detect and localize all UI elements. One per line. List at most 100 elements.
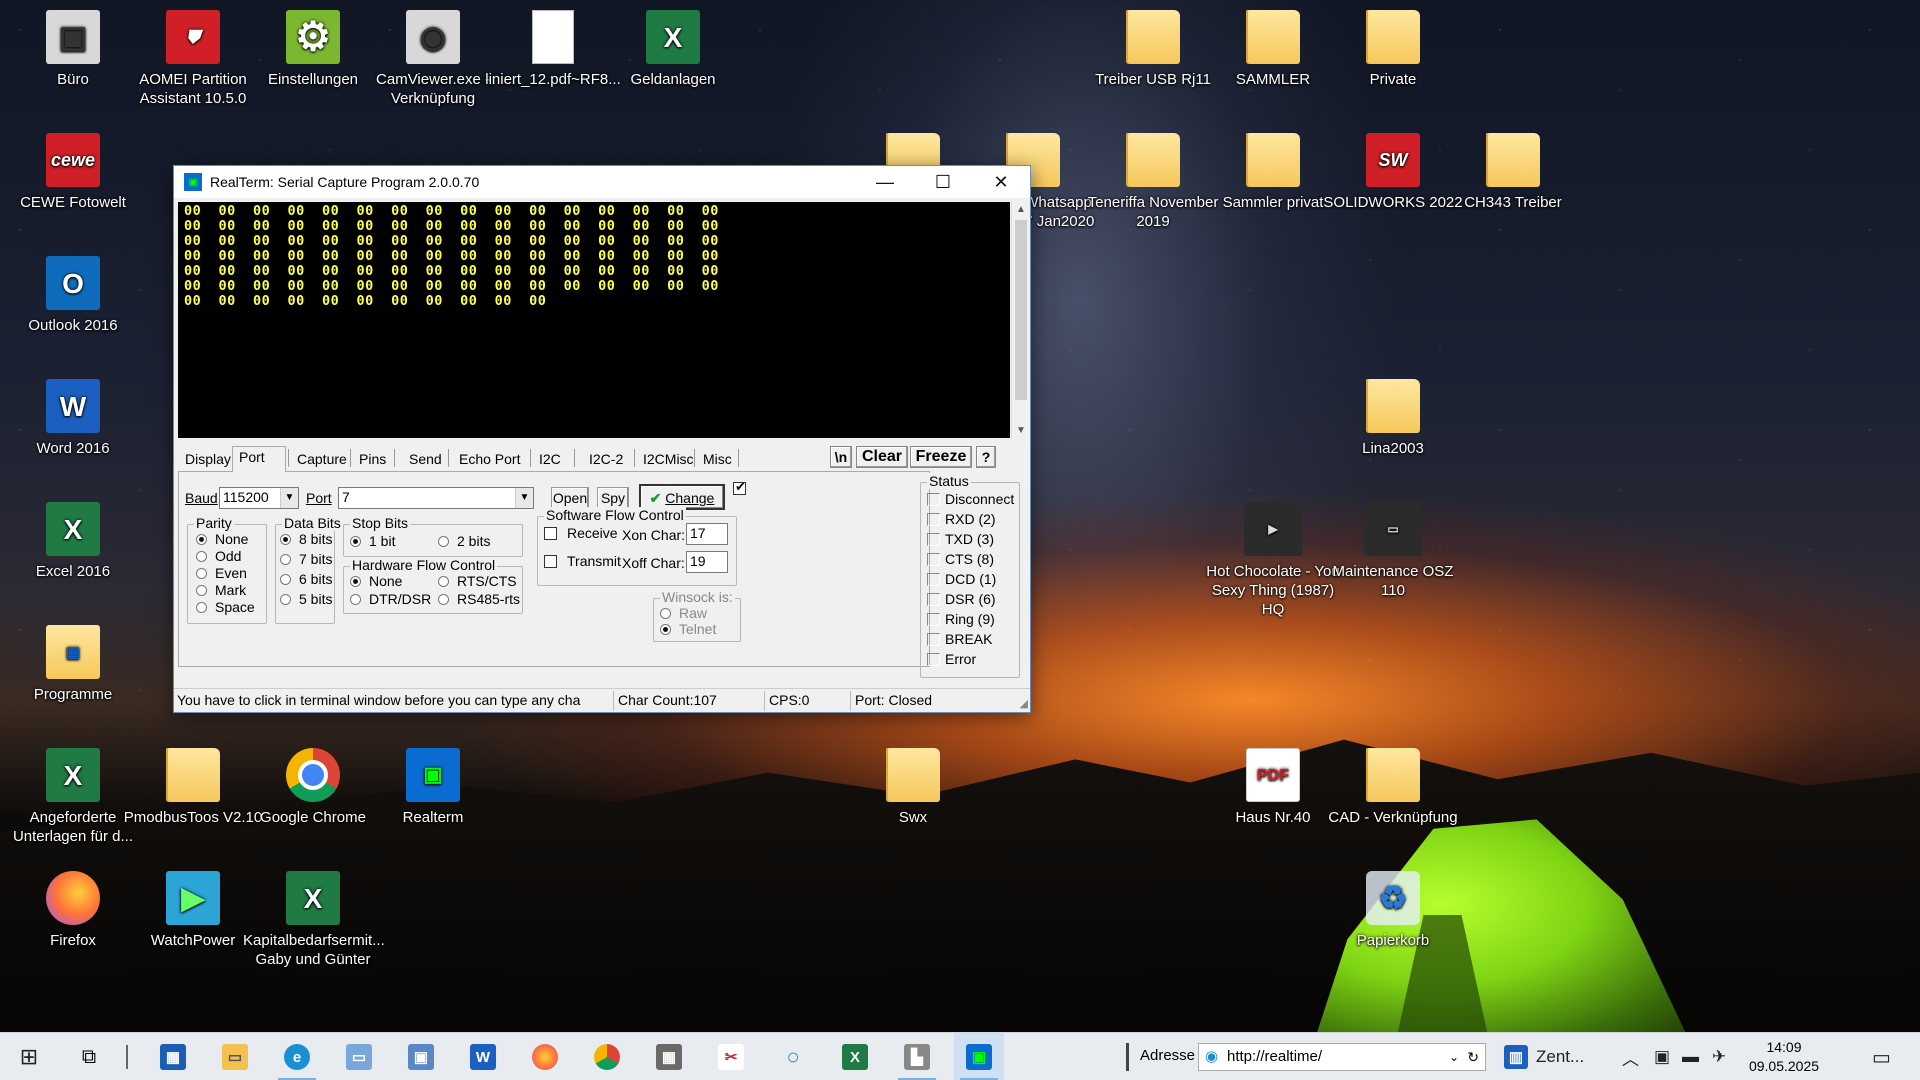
airplane-icon[interactable]: ✈ [1712, 1033, 1726, 1080]
tab-echo-port[interactable]: Echo Port [454, 448, 525, 470]
desktop-icon-sammler[interactable]: SAMMLER [1203, 2, 1343, 89]
xoff-input[interactable]: 19 [686, 551, 728, 573]
desktop-icon-cewe[interactable]: cewe CEWE Fotowelt [3, 125, 143, 212]
desktop-icon-haus[interactable]: PDF Haus Nr.40 [1203, 740, 1343, 827]
taskbar-cortana[interactable]: ○ [768, 1033, 818, 1080]
desktop-icon-programme[interactable]: ▦ Programme [3, 617, 143, 704]
taskbar-firefox[interactable] [520, 1033, 570, 1080]
taskbar-word[interactable]: W [458, 1033, 508, 1080]
desktop-icon-sammler-privat[interactable]: Sammler privat [1203, 125, 1343, 212]
taskbar-edge[interactable]: e [272, 1033, 322, 1080]
radio-parity-0[interactable]: None [196, 531, 248, 547]
radio-databits-2[interactable]: 6 bits [280, 571, 332, 587]
taskbar-app-4[interactable]: ▙ [892, 1033, 942, 1080]
scroll-up-icon[interactable]: ▲ [1012, 204, 1030, 215]
desktop-icon-lina[interactable]: Lina2003 [1323, 371, 1463, 458]
desktop-icon-einstellungen[interactable]: ⚙ Einstellungen [243, 2, 383, 89]
taskbar-app-2[interactable]: ▣ [396, 1033, 446, 1080]
xon-input[interactable]: 17 [686, 523, 728, 545]
desktop-icon-liniert[interactable]: liniert_12.pdf~RF8... [483, 2, 623, 89]
desktop-icon-word[interactable]: W Word 2016 [3, 371, 143, 458]
desktop-icon-kapital[interactable]: X Kapitalbedarfsermit... Gaby und Günter [243, 863, 385, 969]
radio-stopbits-1[interactable]: 2 bits [438, 533, 490, 549]
tab-capture[interactable]: Capture [292, 448, 352, 470]
clock[interactable]: 14:09 09.05.2025 [1744, 1038, 1824, 1076]
resize-grip-icon[interactable]: ◢ [1020, 697, 1028, 710]
close-button[interactable]: ✕ [972, 166, 1030, 198]
radio-hwflow-0[interactable]: None [350, 573, 402, 589]
tray-device-icon[interactable]: ▣ [1654, 1033, 1670, 1080]
tab-i2cmisc[interactable]: I2CMisc [638, 448, 699, 470]
freeze-button[interactable]: Freeze [910, 446, 972, 468]
change-checkbox[interactable]: ✔ [733, 479, 746, 496]
desktop-icon-hotchoc[interactable]: ▶ Hot Chocolate - You Sexy Thing (1987) H… [1203, 494, 1343, 619]
desktop-icon-maintenance[interactable]: ▭ Maintenance OSZ 110 [1323, 494, 1463, 600]
radio-winsock-1[interactable]: Telnet [660, 621, 716, 637]
notification-icon[interactable]: ▭ [1872, 1033, 1891, 1080]
radio-hwflow-1[interactable]: RTS/CTS [438, 573, 517, 589]
desktop-icon-excel[interactable]: X Excel 2016 [3, 494, 143, 581]
desktop-icon-chrome[interactable]: Google Chrome [243, 740, 383, 827]
battery-icon[interactable]: ▬ [1682, 1033, 1699, 1080]
desktop-icon-realterm[interactable]: ▣ Realterm [363, 740, 503, 827]
transmit-checkbox[interactable]: Transmit [544, 553, 621, 569]
desktop-icon-aomei[interactable]: ⛊ AOMEI Partition Assistant 10.5.0 [123, 2, 263, 108]
taskbar-app-3[interactable]: ✂ [706, 1033, 756, 1080]
desktop-icon-teneriffa[interactable]: Teneriffa November 2019 [1083, 125, 1223, 231]
tab-send[interactable]: Send [404, 448, 447, 470]
address-input[interactable]: ◉ http://realtime/ ⌄ ↻ [1198, 1043, 1486, 1071]
maximize-button[interactable]: ☐ [914, 166, 972, 198]
radio-hwflow-2[interactable]: DTR/DSR [350, 591, 431, 607]
scroll-thumb[interactable] [1015, 220, 1027, 400]
zent-app[interactable]: ▥ Zent... [1504, 1033, 1584, 1080]
tab-display[interactable]: Display [180, 448, 236, 470]
tab-pins[interactable]: Pins [354, 448, 391, 470]
desktop-icon-swx[interactable]: Swx [843, 740, 983, 827]
clear-button[interactable]: Clear [856, 446, 908, 468]
terminal-scrollbar[interactable]: ▲ ▼ [1011, 202, 1029, 438]
radio-stopbits-0[interactable]: 1 bit [350, 533, 395, 549]
tab-port[interactable]: Port [232, 446, 286, 472]
radio-databits-0[interactable]: 8 bits [280, 531, 332, 547]
desktop-icon-cad[interactable]: CAD - Verknüpfung [1323, 740, 1463, 827]
help-button[interactable]: ? [976, 446, 996, 468]
task-view-button[interactable]: ⧉ [64, 1033, 114, 1080]
desktop-icon-buero[interactable]: ▣ Büro [3, 2, 143, 89]
start-button[interactable]: ⊞ [4, 1033, 54, 1080]
desktop-icon-pmodbus[interactable]: PmodbusToos V2.10 [123, 740, 263, 827]
radio-parity-4[interactable]: Space [196, 599, 255, 615]
desktop-icon-watchpower[interactable]: ▶ WatchPower [123, 863, 263, 950]
taskbar-excel[interactable]: X [830, 1033, 880, 1080]
scroll-down-icon[interactable]: ▼ [1012, 425, 1030, 436]
tab-i2c[interactable]: I2C [534, 448, 566, 470]
tab-misc[interactable]: Misc [698, 448, 737, 470]
desktop-icon-treiber-usb[interactable]: Treiber USB Rj11 [1083, 2, 1223, 89]
radio-databits-1[interactable]: 7 bits [280, 551, 332, 567]
taskbar-realterm[interactable]: ▣ [954, 1033, 1004, 1080]
open-button[interactable]: Open [551, 487, 589, 509]
radio-hwflow-3[interactable]: RS485-rts [438, 591, 520, 607]
realterm-window[interactable]: ▣ RealTerm: Serial Capture Program 2.0.0… [173, 165, 1031, 713]
taskbar-calculator[interactable]: ▦ [644, 1033, 694, 1080]
window-titlebar[interactable]: ▣ RealTerm: Serial Capture Program 2.0.0… [174, 166, 1030, 198]
desktop-icon-geldanlagen[interactable]: X Geldanlagen [603, 2, 743, 89]
radio-databits-3[interactable]: 5 bits [280, 591, 332, 607]
desktop-icon-camviewer[interactable]: ◉ CamViewer.exe - Verknüpfung [363, 2, 503, 108]
radio-parity-3[interactable]: Mark [196, 582, 246, 598]
newline-button[interactable]: \n [830, 446, 852, 468]
desktop-icon-ch343[interactable]: CH343 Treiber [1443, 125, 1583, 212]
desktop-icon-private[interactable]: Private [1323, 2, 1463, 89]
tab-i2c-2[interactable]: I2C-2 [584, 448, 628, 470]
taskbar-store[interactable]: ▦ [148, 1033, 198, 1080]
terminal-output[interactable]: 00 00 00 00 00 00 00 00 00 00 00 00 00 0… [178, 202, 1010, 438]
port-select[interactable]: 7 ▼ [338, 487, 534, 509]
minimize-button[interactable]: — [856, 166, 914, 198]
receive-checkbox[interactable]: Receive [544, 525, 618, 541]
desktop-icon-outlook[interactable]: O Outlook 2016 [3, 248, 143, 335]
desktop-icon-angeforderte[interactable]: X Angeforderte Unterlagen für d... [3, 740, 143, 846]
taskbar-app-1[interactable]: ▭ [334, 1033, 384, 1080]
desktop-icon-firefox[interactable]: Firefox [3, 863, 143, 950]
desktop-icon-solidworks[interactable]: SW SOLIDWORKS 2022 [1323, 125, 1463, 212]
tray-overflow-icon[interactable]: ︿ [1622, 1033, 1639, 1080]
radio-winsock-0[interactable]: Raw [660, 605, 707, 621]
